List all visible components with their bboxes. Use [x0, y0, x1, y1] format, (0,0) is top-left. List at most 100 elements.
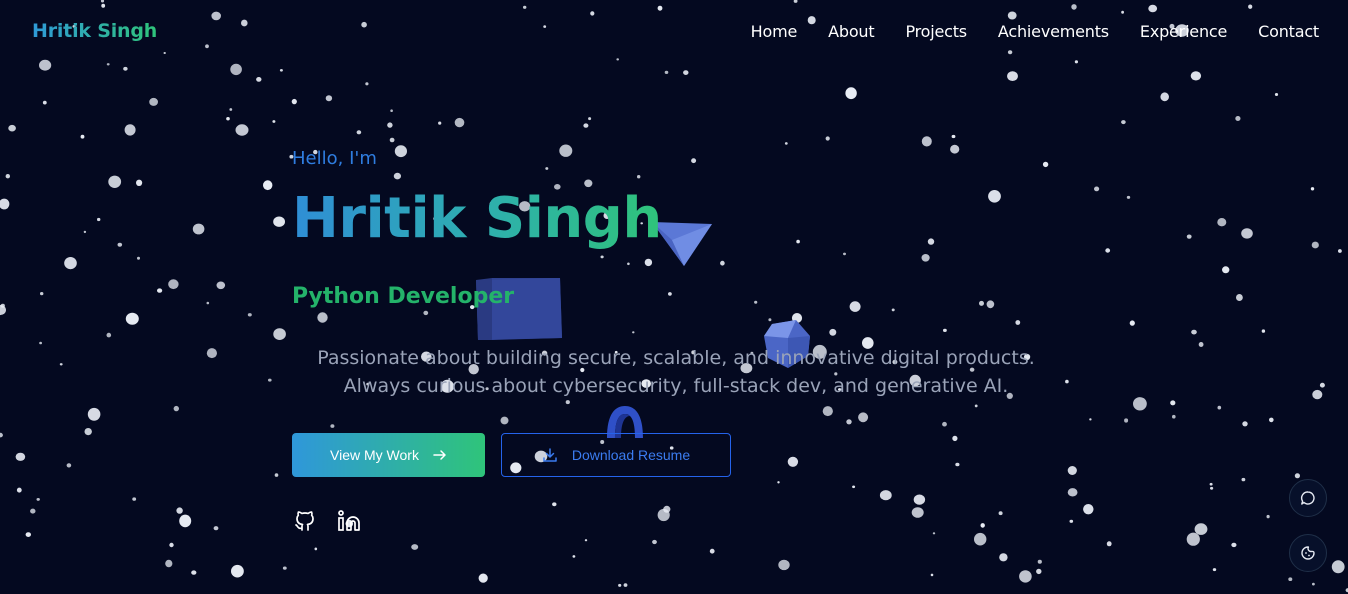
arrow-right-icon: [433, 450, 446, 460]
star-particle: [784, 142, 788, 145]
star-particle: [911, 507, 924, 518]
theme-toggle-button[interactable]: [1289, 534, 1327, 572]
star-particle: [754, 300, 758, 304]
star-particle: [123, 66, 128, 71]
linkedin-link[interactable]: [336, 508, 362, 534]
star-particle: [213, 526, 219, 531]
star-particle: [87, 407, 101, 421]
star-particle: [268, 378, 272, 382]
star-particle: [787, 456, 799, 467]
star-particle: [59, 363, 63, 366]
star-particle: [0, 304, 6, 316]
star-particle: [1186, 532, 1200, 546]
star-particle: [632, 331, 635, 334]
star-particle: [913, 494, 926, 505]
star-particle: [106, 332, 112, 338]
star-particle: [282, 566, 287, 570]
star-particle: [1222, 266, 1230, 274]
star-particle: [822, 406, 833, 417]
nav-menu: Home About Projects Achievements Experie…: [751, 22, 1320, 41]
star-particle: [263, 180, 273, 191]
star-particle: [8, 124, 16, 132]
star-particle: [600, 255, 604, 259]
star-particle: [1194, 523, 1208, 535]
star-particle: [1069, 519, 1074, 523]
star-particle: [454, 117, 465, 128]
star-particle: [1261, 329, 1266, 333]
star-particle: [1121, 120, 1126, 125]
star-particle: [330, 424, 335, 428]
star-particle: [1036, 568, 1042, 575]
star-particle: [80, 134, 85, 139]
star-particle: [843, 252, 846, 256]
star-particle: [943, 328, 947, 332]
star-particle: [1015, 320, 1021, 325]
star-particle: [951, 134, 956, 139]
chat-button[interactable]: [1289, 479, 1327, 517]
star-particle: [394, 145, 407, 158]
star-particle: [1019, 570, 1032, 583]
star-particle: [192, 223, 205, 235]
star-particle: [390, 109, 393, 112]
star-particle: [231, 564, 244, 578]
nav-projects-link[interactable]: Projects: [905, 22, 967, 41]
star-particle: [1067, 466, 1077, 475]
star-particle: [97, 217, 101, 222]
star-particle: [1212, 568, 1217, 572]
star-particle: [1242, 421, 1248, 427]
star-particle: [356, 130, 362, 135]
star-particle: [618, 583, 622, 587]
star-particle: [1235, 116, 1241, 121]
nav-home-link[interactable]: Home: [751, 22, 798, 41]
star-particle: [314, 547, 318, 551]
download-resume-label: Download Resume: [571, 447, 691, 463]
star-particle: [1217, 218, 1227, 227]
star-particle: [25, 532, 31, 537]
star-particle: [1067, 488, 1078, 497]
star-particle: [423, 310, 429, 316]
star-particle: [1191, 329, 1197, 335]
nav-contact-link[interactable]: Contact: [1258, 22, 1319, 41]
star-particle: [668, 292, 672, 296]
star-particle: [852, 485, 856, 489]
star-particle: [683, 70, 689, 75]
star-particle: [565, 400, 570, 405]
star-particle: [216, 281, 226, 290]
star-particle: [980, 523, 985, 528]
star-particle: [1338, 249, 1342, 253]
star-particle: [825, 136, 830, 141]
star-particle: [1319, 382, 1325, 388]
star-particle: [1172, 414, 1176, 419]
star-particle: [1190, 71, 1202, 81]
view-my-work-button[interactable]: View My Work: [292, 433, 485, 477]
star-particle: [206, 301, 210, 305]
star-particle: [478, 573, 488, 583]
star-particle: [157, 288, 163, 293]
star-particle: [1083, 504, 1094, 515]
star-particle: [173, 405, 179, 412]
star-particle: [0, 198, 10, 210]
star-particle: [1042, 161, 1049, 168]
star-particle: [235, 124, 249, 136]
star-particle: [891, 308, 895, 312]
view-my-work-label: View My Work: [330, 447, 419, 463]
star-particle: [1065, 379, 1069, 384]
star-particle: [40, 292, 44, 296]
starfield-background: [0, 0, 1348, 593]
star-particle: [1105, 248, 1111, 253]
star-particle: [942, 421, 947, 427]
nav-experience-link[interactable]: Experience: [1140, 22, 1227, 41]
download-resume-button[interactable]: Download Resume: [501, 433, 731, 477]
star-particle: [169, 542, 174, 548]
star-particle: [393, 172, 401, 180]
star-particle: [777, 481, 780, 484]
star-particle: [124, 124, 136, 136]
nav-achievements-link[interactable]: Achievements: [998, 22, 1109, 41]
star-particle: [64, 257, 77, 270]
github-link[interactable]: [292, 508, 318, 534]
nav-about-link[interactable]: About: [828, 22, 875, 41]
star-particle: [389, 137, 395, 143]
star-particle: [1294, 473, 1300, 479]
brand-logo[interactable]: Hritik Singh: [32, 20, 157, 42]
top-navbar: Hritik Singh Home About Projects Achieve…: [0, 0, 1348, 64]
